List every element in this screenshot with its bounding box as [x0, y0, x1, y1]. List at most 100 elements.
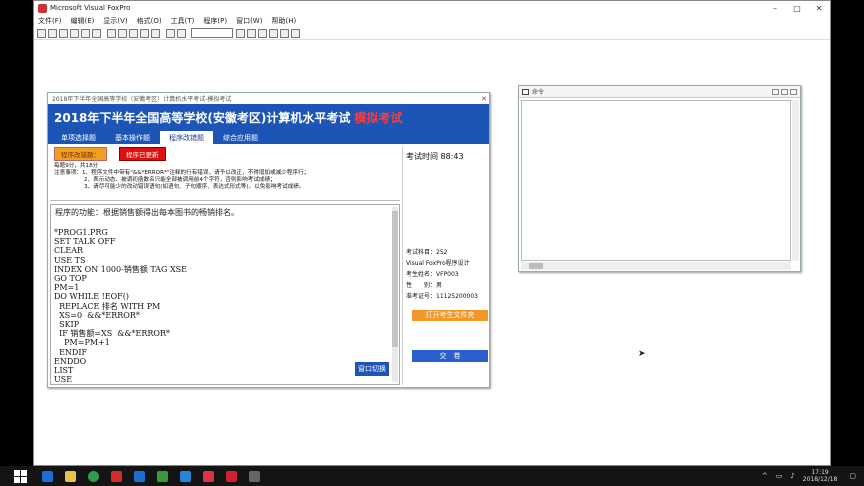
- menu-file[interactable]: 文件(F): [38, 16, 62, 26]
- submit-exam-button[interactable]: 交 卷: [412, 350, 488, 362]
- cmd-close-icon[interactable]: [790, 88, 797, 95]
- command-hscrollbar[interactable]: [521, 262, 791, 270]
- code-line[interactable]: PM=1: [54, 283, 396, 292]
- run-icon[interactable]: [166, 28, 175, 38]
- system-tray: ^ ▭ ♪ 17:19 2018/12/18 ▢: [762, 469, 864, 483]
- menu-help[interactable]: 帮助(H): [271, 16, 296, 26]
- help-icon[interactable]: [291, 28, 300, 38]
- start-fix-button[interactable]: 程序改错题：: [54, 147, 107, 161]
- close-button[interactable]: ✕: [808, 4, 830, 13]
- app-blue-icon[interactable]: [134, 470, 145, 482]
- code-line[interactable]: PM=PM+1: [54, 338, 396, 347]
- editor-scrollbar[interactable]: [392, 207, 398, 382]
- notice-rule-3: 3、请尽可能少的改动错误语句(如语句、子句顺序、表达式形式等)，以免影响考试成绩…: [84, 184, 305, 190]
- windows-start-icon[interactable]: [14, 469, 30, 483]
- code-line[interactable]: XS=0 &&*ERROR*: [54, 311, 396, 320]
- code-line[interactable]: USE TS: [54, 256, 396, 265]
- exam-taskbar-icon[interactable]: [249, 470, 260, 482]
- print-icon[interactable]: [70, 28, 79, 38]
- clock-date: 2018/12/18: [802, 476, 838, 483]
- menu-tools[interactable]: 工具(T): [171, 16, 195, 26]
- database-combo[interactable]: [191, 28, 233, 38]
- tab-program-fix[interactable]: 程序改错题: [160, 131, 213, 144]
- volume-icon[interactable]: ♪: [790, 472, 794, 480]
- chrome-icon[interactable]: [88, 470, 99, 482]
- cut-icon[interactable]: [107, 28, 116, 38]
- program-updated-button[interactable]: 程序已更新: [119, 147, 166, 161]
- window-switch-button[interactable]: 窗口切换: [355, 362, 389, 376]
- notice-rule-1: 注意事项：1、程序文件中带有"&&*ERROR*"注释的行有错误，请予以改正，不…: [54, 170, 310, 176]
- code-line[interactable]: ENDIF: [54, 348, 396, 357]
- minimize-button[interactable]: –: [764, 4, 786, 13]
- report-icon[interactable]: [269, 28, 278, 38]
- undo-icon[interactable]: [140, 28, 149, 38]
- explorer-icon[interactable]: [65, 470, 76, 482]
- menu-format[interactable]: 格式(O): [137, 16, 162, 26]
- code-line[interactable]: ENDDO: [54, 357, 396, 366]
- exam-notice: 每题9分，共18分 注意事项：1、程序文件中带有"&&*ERROR*"注释的行有…: [50, 161, 400, 201]
- app-x-icon[interactable]: [203, 470, 214, 482]
- command-input-area[interactable]: [521, 100, 791, 261]
- form-wizard-icon[interactable]: [258, 28, 267, 38]
- spell-icon[interactable]: [92, 28, 101, 38]
- notification-icon[interactable]: ▢: [849, 472, 856, 480]
- redo-icon[interactable]: [151, 28, 160, 38]
- menu-edit[interactable]: 编辑(E): [71, 16, 95, 26]
- code-line[interactable]: SET TALK OFF: [54, 237, 396, 246]
- copy-icon[interactable]: [118, 28, 127, 38]
- save-icon[interactable]: [59, 28, 68, 38]
- exam-info-panel: 考试时间 88:43 考试科目：252 Visual FoxPro程序设计 考生…: [402, 147, 488, 385]
- network-icon[interactable]: ▭: [776, 472, 783, 480]
- code-line[interactable]: USE: [54, 375, 396, 384]
- exam-close-icon[interactable]: ✕: [479, 95, 489, 103]
- code-line[interactable]: *PROG1.PRG: [54, 228, 396, 237]
- app-green-icon[interactable]: [157, 470, 168, 482]
- app-p-icon[interactable]: [180, 470, 191, 482]
- menu-program[interactable]: 程序(P): [203, 16, 227, 26]
- maximize-button[interactable]: □: [786, 4, 808, 13]
- code-line[interactable]: CLEAR: [54, 246, 396, 255]
- candidate-info: 考试科目：252 Visual FoxPro程序设计 考生姓名：VFP003 性…: [406, 247, 478, 302]
- code-line[interactable]: SKIP: [54, 320, 396, 329]
- hscroll-thumb[interactable]: [529, 263, 543, 269]
- scroll-thumb[interactable]: [392, 211, 398, 347]
- tab-comprehensive[interactable]: 综合应用题: [214, 131, 267, 144]
- autoform-icon[interactable]: [280, 28, 289, 38]
- question-panel: 程序改错题： 程序已更新 每题9分，共18分 注意事项：1、程序文件中带有"&&…: [50, 147, 400, 385]
- exam-caption: 2018年下半年全国高等学校（安徽考区）计算机水平考试-模拟考试: [52, 96, 232, 103]
- tray-arrow-icon[interactable]: ^: [762, 472, 768, 480]
- code-line[interactable]: LIST: [54, 366, 396, 375]
- exam-title: 2018年下半年全国高等学校(安徽考区)计算机水平考试: [54, 110, 351, 125]
- program-function-desc: 程序的功能：根据销售额得出每本图书的畅销排名。: [55, 208, 239, 217]
- app-red-icon[interactable]: [111, 470, 122, 482]
- foxpro-taskbar-icon[interactable]: [226, 470, 237, 482]
- tab-basic-operation[interactable]: 基本操作题: [106, 131, 159, 144]
- desktop: Microsoft Visual FoxPro – □ ✕ 文件(F) 编辑(E…: [0, 0, 864, 486]
- cmd-maximize-icon[interactable]: [781, 88, 788, 95]
- open-icon[interactable]: [48, 28, 57, 38]
- menu-window[interactable]: 窗口(W): [236, 16, 262, 26]
- new-icon[interactable]: [37, 28, 46, 38]
- standard-toolbar: [34, 27, 830, 40]
- open-folder-button[interactable]: 打开考生文件夹: [412, 310, 488, 321]
- code-line[interactable]: DO WHILE !EOF(): [54, 292, 396, 301]
- command-vscrollbar[interactable]: [792, 100, 799, 261]
- command-window-icon[interactable]: [236, 28, 245, 38]
- tab-single-choice[interactable]: 单项选择题: [52, 131, 105, 144]
- code-line[interactable]: INDEX ON 1000-销售额 TAG XSE: [54, 265, 396, 274]
- clock[interactable]: 17:19 2018/12/18: [803, 469, 838, 483]
- code-line[interactable]: GO TOP: [54, 274, 396, 283]
- menu-view[interactable]: 显示(V): [103, 16, 127, 26]
- cmd-minimize-icon[interactable]: [772, 88, 779, 95]
- modify-icon[interactable]: [177, 28, 186, 38]
- preview-icon[interactable]: [81, 28, 90, 38]
- data-session-icon[interactable]: [247, 28, 256, 38]
- edge-icon[interactable]: [42, 470, 53, 482]
- menu-bar: 文件(F) 编辑(E) 显示(V) 格式(O) 工具(T) 程序(P) 窗口(W…: [34, 15, 830, 27]
- code-editor[interactable]: 程序的功能：根据销售额得出每本图书的畅销排名。 *PROG1.PRG SET TA…: [50, 204, 400, 385]
- exam-course: Visual FoxPro程序设计: [406, 260, 470, 267]
- program-code[interactable]: *PROG1.PRG SET TALK OFF CLEAR USE TS INDEX O…: [51, 220, 399, 384]
- code-line[interactable]: IF 销售额=XS &&*ERROR*: [54, 329, 396, 338]
- code-line[interactable]: REPLACE 排名 WITH PM: [54, 302, 396, 311]
- paste-icon[interactable]: [129, 28, 138, 38]
